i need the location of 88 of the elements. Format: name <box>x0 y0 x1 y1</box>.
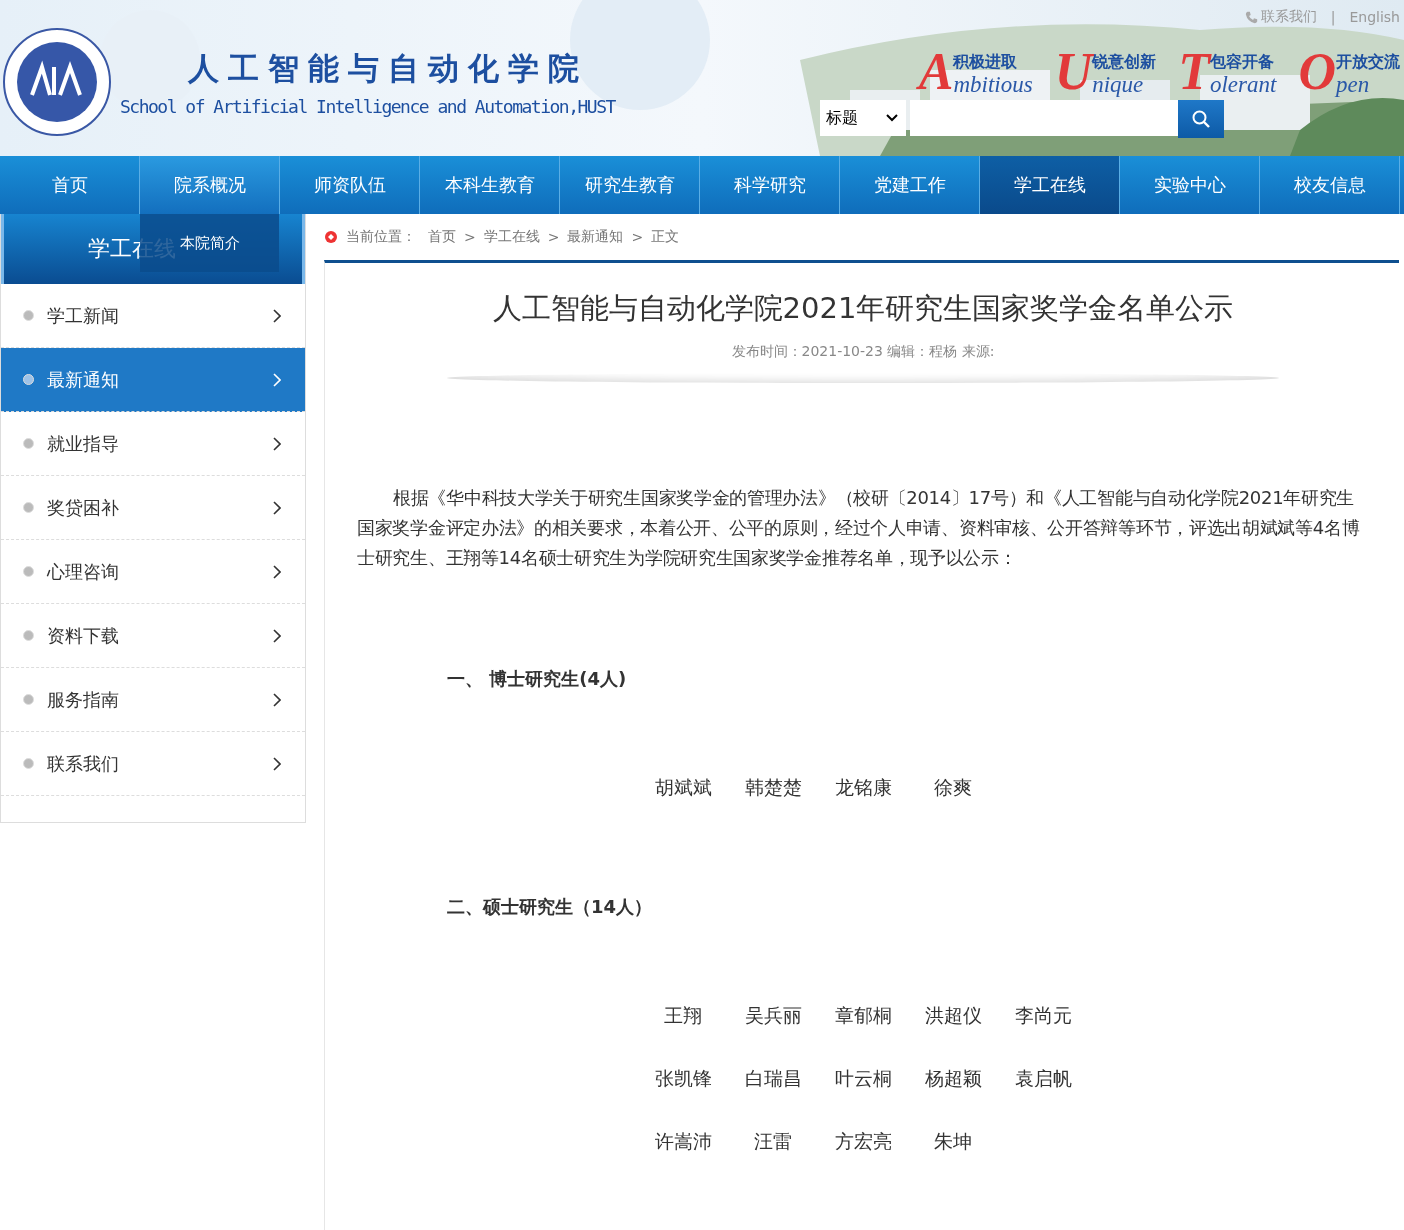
sidebar-item[interactable]: 服务指南 <box>1 668 305 732</box>
motto-text: 开放交流 <box>1336 52 1400 71</box>
chevron-right-icon <box>273 692 281 707</box>
sidebar-item[interactable]: 心理咨询 <box>1 540 305 604</box>
person-name: 王翔 <box>663 1003 703 1028</box>
person-name: 白瑞昌 <box>743 1066 803 1091</box>
top-link[interactable]: 联系我们 <box>1244 8 1317 26</box>
chevron-right-icon <box>273 564 281 579</box>
sidebar-item[interactable]: 奖贷困补 <box>1 476 305 540</box>
person-name: 张凯锋 <box>653 1066 713 1091</box>
submenu-item[interactable]: 本院简介 <box>179 233 240 253</box>
search-button[interactable] <box>1178 100 1224 138</box>
bullet-icon <box>23 630 34 641</box>
phone-icon <box>1244 10 1258 24</box>
breadcrumb-link[interactable]: 正文 <box>651 228 680 246</box>
school-name-english: School of Artificial Intelligence and Automation,HUST <box>120 95 615 117</box>
sidebar-item[interactable]: 最新通知 <box>1 348 305 412</box>
sidebar-item[interactable]: 就业指导 <box>1 412 305 476</box>
article-meta: 发布时间：2021-10-23 编辑：程杨 来源: <box>730 343 996 361</box>
chevron-right-icon <box>273 372 281 387</box>
person-name: 龙铭康 <box>833 775 893 800</box>
person-name: 朱坤 <box>933 1129 973 1154</box>
motto-letter: O <box>1298 48 1336 96</box>
section-heading: 一、 博士研究生(4人) <box>447 667 628 691</box>
breadcrumb-separator: > <box>547 229 560 245</box>
chevron-right-icon <box>273 308 281 323</box>
breadcrumb-separator: > <box>464 229 476 245</box>
motto-text: 积极进取 <box>953 52 1019 71</box>
nav-tab[interactable]: 首页 <box>0 156 139 214</box>
chevron-right-icon <box>273 628 281 643</box>
motto-word: pen <box>1336 73 1371 96</box>
person-name: 徐爽 <box>933 775 973 800</box>
bullet-icon <box>23 438 34 449</box>
nav-tab[interactable]: 本科生教育 <box>420 156 559 214</box>
person-name: 韩楚楚 <box>743 775 803 800</box>
person-name: 胡斌斌 <box>653 775 713 800</box>
person-name: 方宏亮 <box>833 1129 893 1154</box>
person-name: 洪超仪 <box>923 1003 983 1028</box>
person-name: 李尚元 <box>1013 1003 1073 1028</box>
breadcrumb-link[interactable]: 首页 <box>428 228 456 246</box>
school-name: 人工智能与自动化学院 <box>187 48 589 88</box>
nav-tab[interactable]: 校友信息 <box>1260 156 1399 214</box>
motto-letter: U <box>1054 48 1093 96</box>
nav-tab[interactable]: 学工在线 <box>980 156 1119 214</box>
motto-word: mbitious <box>953 73 1033 96</box>
chevron-right-icon <box>273 500 281 515</box>
motto-text: 包容开备 <box>1210 52 1275 71</box>
logo-icon <box>2 27 112 137</box>
section-heading: 二、硕士研究生（14人） <box>447 895 654 919</box>
nav-tab[interactable]: 研究生教育 <box>560 156 699 214</box>
bullet-icon <box>23 694 34 705</box>
person-name: 杨超颖 <box>923 1066 983 1091</box>
chevron-right-icon <box>273 436 281 451</box>
sidebar-item[interactable]: 联系我们 <box>1 732 305 796</box>
person-name: 章郁桐 <box>833 1003 893 1028</box>
motto-word: olerant <box>1210 73 1277 96</box>
scope-dropdown[interactable]: 标题 <box>820 100 906 136</box>
motto-letter: A <box>918 48 954 96</box>
motto-word: nique <box>1092 73 1145 96</box>
location-icon <box>324 230 338 244</box>
search-field[interactable] <box>910 100 1178 136</box>
motto-letter: T <box>1178 48 1210 96</box>
paragraph: 根据《华中科技大学关于研究生国家奖学金的管理办法》（校研〔2014〕17号）和《人工智能与自动化学院2021年研究生国家奖学金评定办法》的相关要求，本着公开、公平的原则，经过个人申请、资料审核、公开答辩等环节，评选出胡斌斌等4名博士研究生、王翔等14名硕士研究生为学院研究生国家奖学金推荐名单，现予以公示： <box>357 486 1361 570</box>
breadcrumb-separator: > <box>631 229 644 245</box>
bullet-icon <box>23 374 34 385</box>
person-name: 叶云桐 <box>833 1066 893 1091</box>
person-name: 许嵩沛 <box>653 1129 713 1154</box>
nav-tab[interactable]: 院系概况 <box>140 156 279 214</box>
search-icon <box>1191 109 1211 129</box>
nav-tab[interactable]: 科学研究 <box>700 156 839 214</box>
sidebar-item[interactable]: 资料下载 <box>1 604 305 668</box>
chevron-down-icon <box>886 114 898 122</box>
person-name: 袁启帆 <box>1013 1066 1073 1091</box>
bullet-icon <box>23 566 34 577</box>
bullet-icon <box>23 758 34 769</box>
breadcrumb-label: 当前位置： <box>346 228 416 246</box>
breadcrumb-link[interactable]: 学工在线 <box>483 228 540 246</box>
nav-tab[interactable]: 实验中心 <box>1120 156 1259 214</box>
breadcrumb-link[interactable]: 最新通知 <box>567 228 624 246</box>
chevron-right-icon <box>273 756 281 771</box>
bullet-icon <box>23 502 34 513</box>
separator: | <box>1330 9 1336 25</box>
article-title: 人工智能与自动化学院2021年研究生国家奖学金名单公示 <box>491 290 1235 327</box>
person-name: 吴兵丽 <box>743 1003 803 1028</box>
bullet-icon <box>23 310 34 321</box>
nav-tab[interactable]: 师资队伍 <box>280 156 419 214</box>
person-name: 汪雷 <box>753 1129 793 1154</box>
nav-tab[interactable]: 党建工作 <box>840 156 979 214</box>
